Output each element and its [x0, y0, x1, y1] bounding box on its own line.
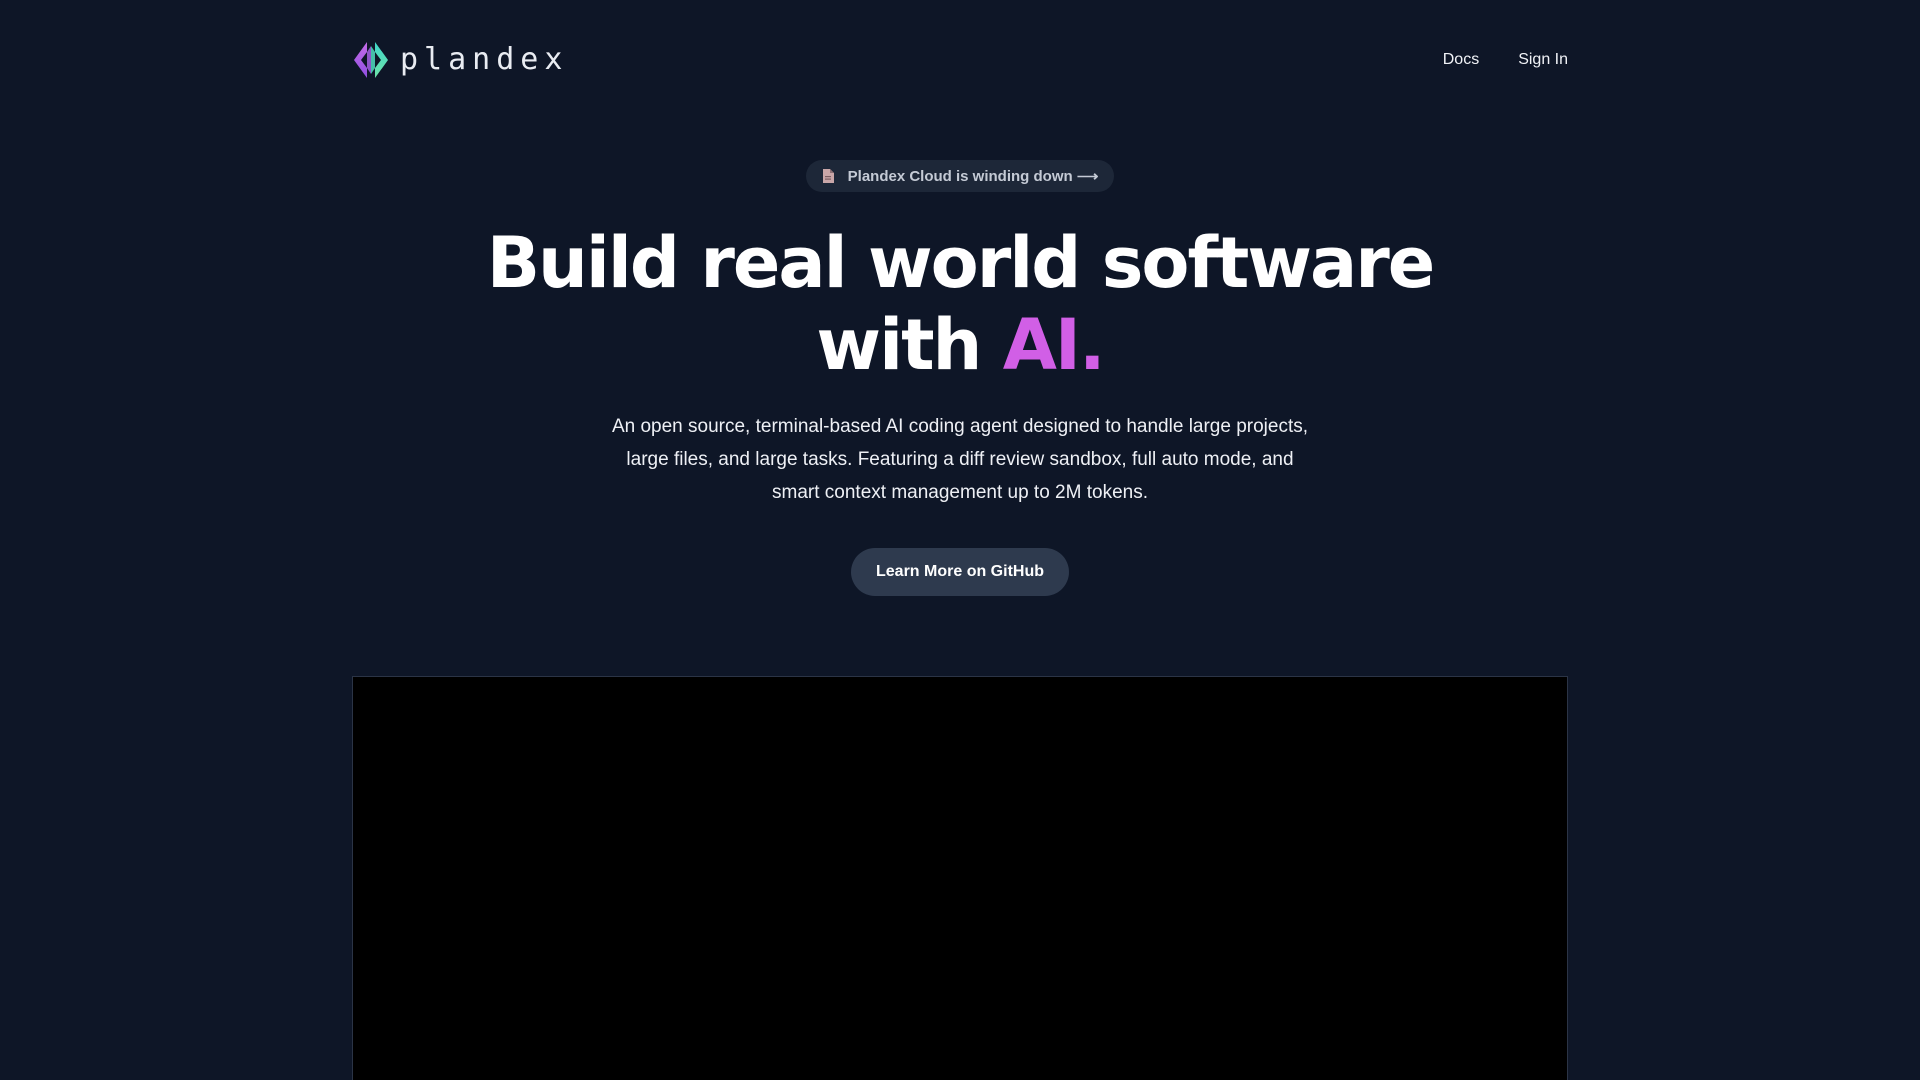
- announcement-label: Plandex Cloud is winding down ⟶: [847, 168, 1099, 185]
- hero-title-line1: Build real world software: [486, 222, 1436, 304]
- hero-title-line2: with: [816, 304, 1003, 386]
- site-header: plandex Docs Sign In: [352, 36, 1568, 84]
- demo-video-player[interactable]: [352, 676, 1568, 1080]
- hero-title-accent: AI.: [1002, 304, 1106, 386]
- top-nav: Docs Sign In: [1404, 48, 1568, 72]
- landing-page: plandex Docs Sign In Plandex Cloud is wi…: [0, 0, 1920, 1080]
- logo-wordmark: plandex: [400, 42, 569, 77]
- hero-description: An open source, terminal-based AI coding…: [611, 416, 1309, 503]
- document-icon: [822, 169, 834, 183]
- learn-more-github-button[interactable]: Learn More on GitHub: [851, 548, 1069, 596]
- hero-title: Build real world software with AI.: [360, 222, 1560, 386]
- announcement-pill[interactable]: Plandex Cloud is winding down ⟶: [806, 160, 1114, 192]
- nav-sign-in-link[interactable]: Sign In: [1479, 48, 1568, 72]
- logo-link[interactable]: plandex: [352, 40, 568, 80]
- nav-docs-link[interactable]: Docs: [1404, 48, 1479, 72]
- plandex-diamond-logo-icon: [354, 42, 388, 78]
